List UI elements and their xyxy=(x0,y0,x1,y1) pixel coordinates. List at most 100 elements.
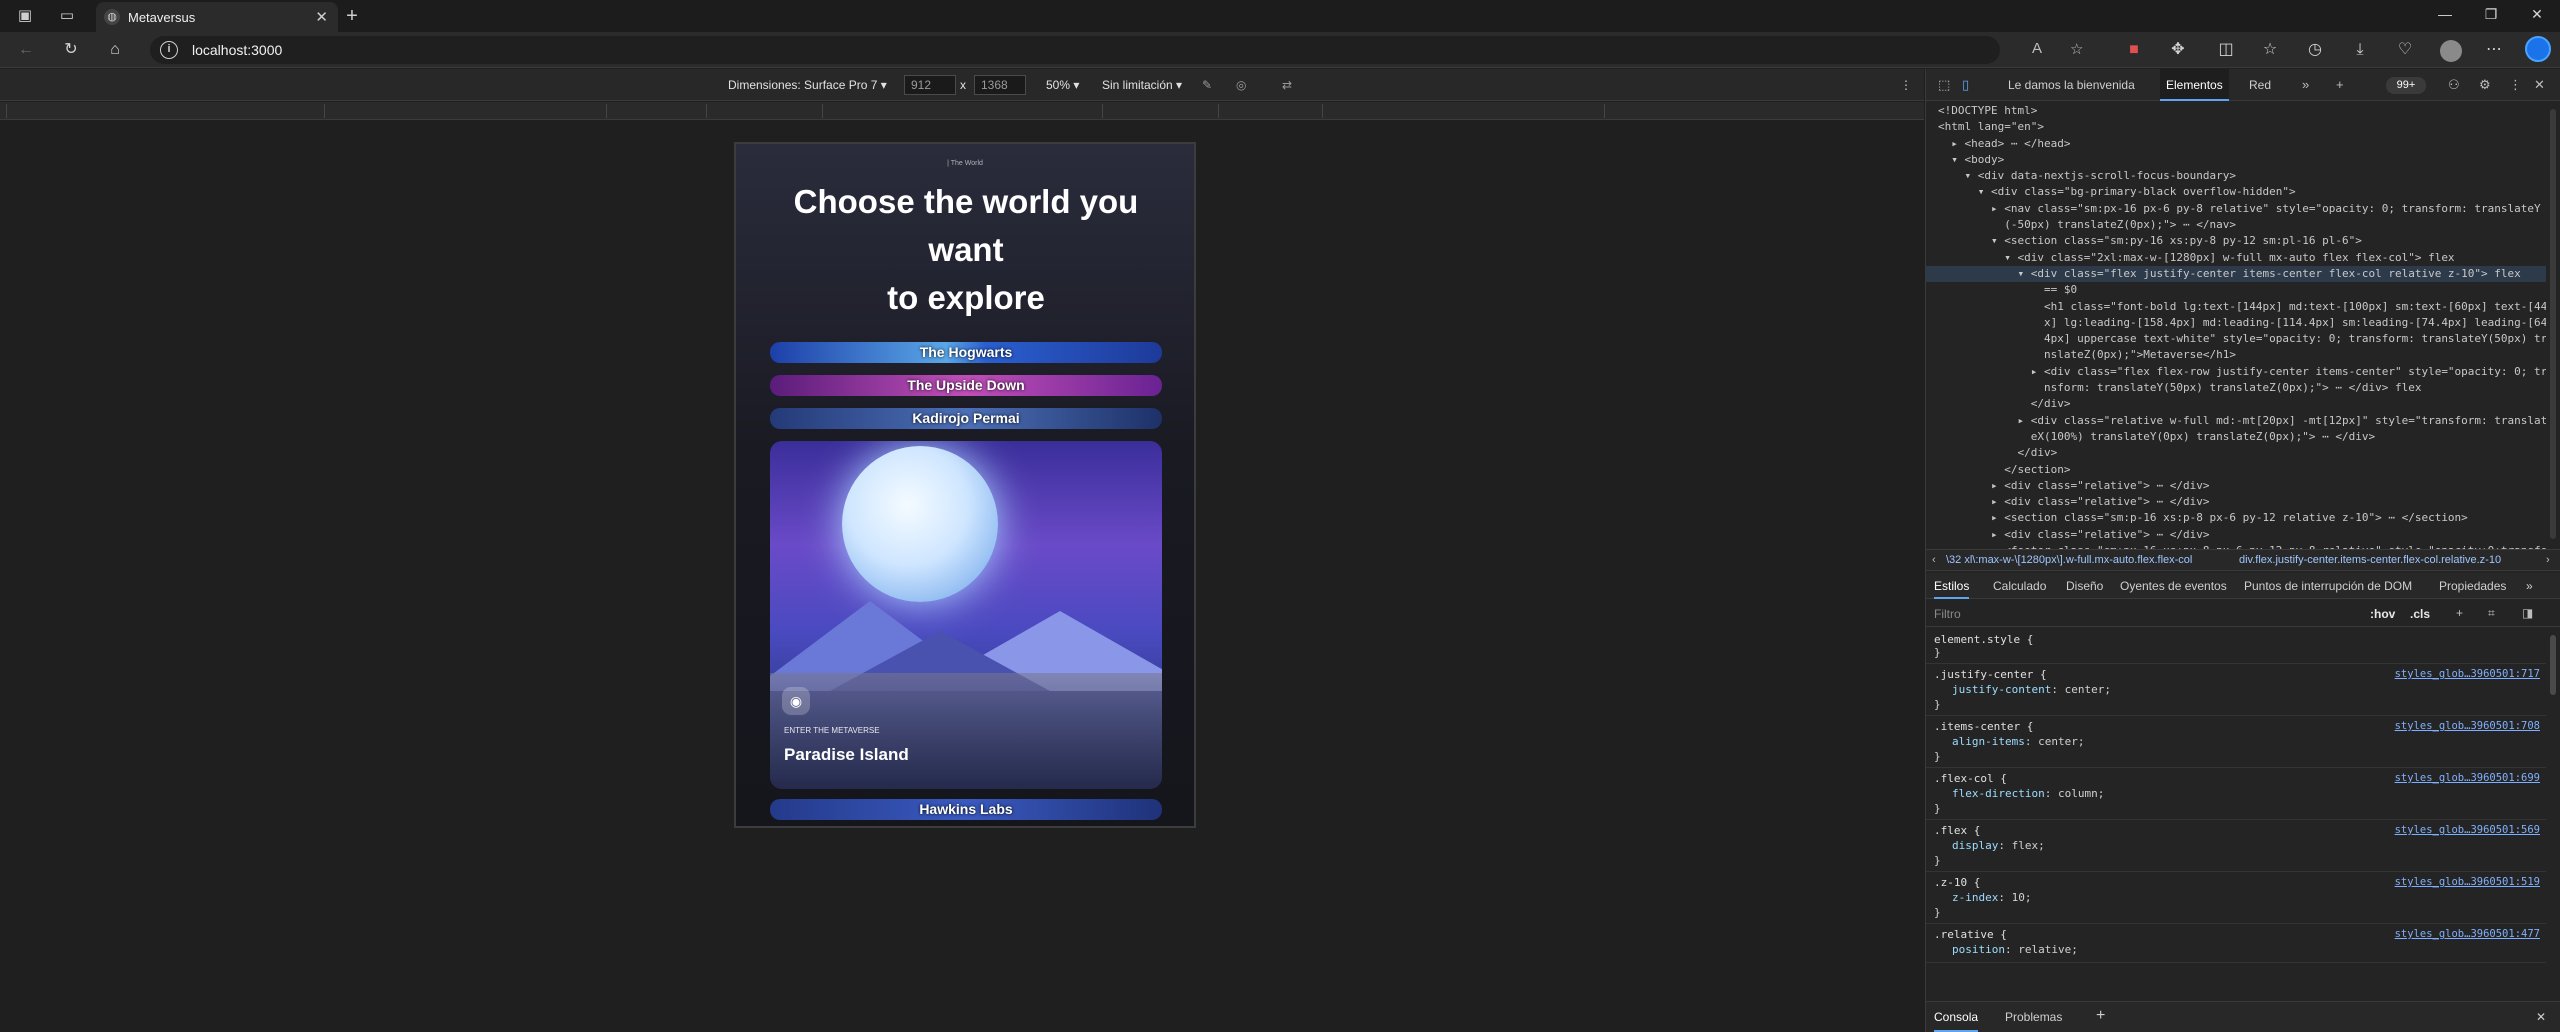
declaration-property[interactable]: position xyxy=(1952,943,2005,956)
declaration-value[interactable]: flex; xyxy=(2012,839,2045,852)
dom-node-line[interactable]: </section> xyxy=(1926,462,2546,478)
favorites-icon[interactable]: ☆ xyxy=(2260,40,2280,60)
more-tabs-icon[interactable]: » xyxy=(2302,77,2309,92)
add-tab-icon[interactable]: + xyxy=(2336,77,2344,92)
rule-source-link[interactable]: styles_glob…3960501:699 xyxy=(2395,772,2540,784)
declaration-value[interactable]: center; xyxy=(2065,683,2111,696)
world-card-upside-down[interactable]: The Upside Down xyxy=(770,375,1162,396)
minimize-icon[interactable]: — xyxy=(2430,6,2460,22)
tab-actions-icon[interactable]: ▭ xyxy=(58,7,76,25)
dom-node-line[interactable]: </div> xyxy=(1926,396,2546,412)
breadcrumb-scroll-left[interactable]: ‹ xyxy=(1932,554,1936,566)
world-card-hawkins-labs[interactable]: Hawkins Labs xyxy=(770,799,1162,820)
dom-node-line[interactable]: ▸ <section class="sm:p-16 xs:p-8 px-6 py… xyxy=(1926,510,2546,526)
declaration-property[interactable]: z-index xyxy=(1952,891,1998,904)
dom-tree[interactable]: <!DOCTYPE html> <html lang="en"> ▸ <head>… xyxy=(1926,103,2546,549)
split-screen-icon[interactable]: ◫ xyxy=(2216,40,2236,60)
close-drawer-icon[interactable]: ✕ xyxy=(2536,1010,2546,1024)
dom-node-line[interactable]: ▾ <div data-nextjs-scroll-focus-boundary… xyxy=(1926,168,2546,184)
dom-node-line[interactable]: ▾ <div class="2xl:max-w-[1280px] w-full … xyxy=(1926,250,2546,266)
dom-node-line[interactable]: eX(100%) translateY(0px) translateZ(0px)… xyxy=(1926,429,2546,445)
device-height-input[interactable]: 1368 xyxy=(974,75,1026,95)
tab-dom-breakpoints[interactable]: Puntos de interrupción de DOM xyxy=(2244,579,2412,593)
rotate-icon[interactable]: ⇄ xyxy=(1282,78,1292,92)
new-tab-button[interactable]: + xyxy=(340,4,364,28)
element-state-icon[interactable]: ⌗ xyxy=(2488,606,2495,621)
tab-issues[interactable]: Problemas xyxy=(2005,1010,2062,1024)
dom-node-line[interactable]: ▸ <div class="relative"> ⋯ </div> xyxy=(1926,478,2546,494)
rule-declaration[interactable]: justify-content: center; xyxy=(1934,681,2538,698)
declaration-property[interactable]: display xyxy=(1952,839,1998,852)
rule-source-link[interactable]: styles_glob…3960501:569 xyxy=(2395,824,2540,836)
tab-elements[interactable]: Elementos xyxy=(2160,69,2229,101)
extension-icon[interactable]: ■ xyxy=(2124,40,2144,60)
dom-node-line[interactable]: x] lg:leading-[158.4px] md:leading-[114.… xyxy=(1926,315,2546,331)
declaration-property[interactable]: flex-direction xyxy=(1952,787,2045,800)
rule-declaration[interactable]: position: relative; xyxy=(1934,941,2538,958)
ruler-segment[interactable] xyxy=(606,104,706,118)
close-window-icon[interactable]: ✕ xyxy=(2522,6,2552,23)
dom-node-line[interactable]: ▸ <div class="flex flex-row justify-cent… xyxy=(1926,364,2546,380)
ruler-segment[interactable] xyxy=(706,104,822,118)
dom-node-line[interactable]: ▸ <div class="relative"> ⋯ </div> xyxy=(1926,527,2546,543)
workspaces-icon[interactable]: ▣ xyxy=(16,7,34,25)
styles-filter-input[interactable]: Filtro xyxy=(1934,607,1961,621)
downloads-icon[interactable]: ⤓ xyxy=(2350,40,2370,60)
restore-icon[interactable]: ❐ xyxy=(2476,6,2506,23)
rule-declaration[interactable]: display: flex; xyxy=(1934,837,2538,854)
tab-event-listeners[interactable]: Oyentes de eventos xyxy=(2120,579,2227,593)
ruler-segment[interactable] xyxy=(1102,104,1218,118)
ruler-segment[interactable] xyxy=(6,104,324,118)
rule-source-link[interactable]: styles_glob…3960501:519 xyxy=(2395,876,2540,888)
ruler-segment[interactable] xyxy=(1322,104,1604,118)
declaration-value[interactable]: 10; xyxy=(2012,891,2032,904)
tab-network[interactable]: Red xyxy=(2249,78,2271,92)
breadcrumb-scroll-right[interactable]: › xyxy=(2546,554,2550,566)
address-field[interactable]: i localhost:3000 A ☆ xyxy=(150,36,2083,64)
history-icon[interactable]: ◷ xyxy=(2305,40,2325,60)
cls-toggle[interactable]: .cls xyxy=(2410,607,2430,621)
refresh-icon[interactable]: ↻ xyxy=(61,40,81,60)
dom-node-line[interactable]: ▸ <div class="relative w-full md:-mt[20p… xyxy=(1926,413,2546,429)
dom-node-line[interactable]: ▸ <div class="relative"> ⋯ </div> xyxy=(1926,494,2546,510)
world-card-hogwarts[interactable]: The Hogwarts xyxy=(770,342,1162,363)
close-devtools-icon[interactable]: ✕ xyxy=(2534,77,2545,93)
settings-gear-icon[interactable]: ⚙ xyxy=(2479,77,2491,93)
rule-declaration[interactable]: flex-direction: column; xyxy=(1934,785,2538,802)
rule-source-link[interactable]: styles_glob…3960501:717 xyxy=(2395,668,2540,680)
dom-node-line[interactable]: ▸ <head> ⋯ </head> xyxy=(1926,136,2546,152)
dom-node-line[interactable]: <!DOCTYPE html> xyxy=(1926,103,2546,119)
dom-node-line[interactable]: <html lang="en"> xyxy=(1926,119,2546,135)
toggle-sidebar-icon[interactable]: ◨ xyxy=(2522,606,2533,620)
devtools-more-icon[interactable]: ⋮ xyxy=(2509,77,2522,93)
tab-styles[interactable]: Estilos xyxy=(1934,573,1970,599)
back-icon[interactable]: ← xyxy=(16,40,36,60)
dom-tree-scrollbar[interactable] xyxy=(2550,109,2556,539)
breadcrumb-item-selected[interactable]: div.flex.justify-center.items-center.fle… xyxy=(2239,554,2539,566)
breadcrumb-item[interactable]: \32 xl\:max-w-\[1280px\].w-full.mx-auto.… xyxy=(1946,554,2192,566)
hov-toggle[interactable]: :hov xyxy=(2370,607,2395,621)
add-drawer-tab-icon[interactable]: + xyxy=(2096,1007,2105,1025)
no-touch-icon[interactable]: ✎ xyxy=(1202,78,1212,92)
tab-welcome[interactable]: Le damos la bienvenida xyxy=(2008,78,2135,92)
rule-declaration[interactable]: z-index: 10; xyxy=(1934,889,2538,906)
dom-node-line[interactable]: == $0 xyxy=(1926,282,2546,298)
ruler-segment[interactable] xyxy=(324,104,606,118)
inspect-icon[interactable]: ⬚ xyxy=(1938,77,1950,93)
tab-computed[interactable]: Calculado xyxy=(1993,579,2046,593)
device-width-input[interactable]: 912 xyxy=(904,75,956,95)
ruler-segment[interactable] xyxy=(1604,104,1918,118)
rule-source-link[interactable]: styles_glob…3960501:477 xyxy=(2395,928,2540,940)
dom-node-line[interactable]: (-50px) translateZ(0px);"> ⋯ </nav> xyxy=(1926,217,2546,233)
performance-icon[interactable]: ♡ xyxy=(2395,40,2415,60)
favorite-star-icon[interactable]: ☆ xyxy=(2070,40,2083,58)
dom-node-line[interactable]: nslateZ(0px);">Metaverse</h1> xyxy=(1926,347,2546,363)
more-style-tabs-icon[interactable]: » xyxy=(2526,579,2533,593)
toolbar-more-icon[interactable]: ⋮ xyxy=(1900,78,1912,92)
connect-icon[interactable]: ⚇ xyxy=(2448,77,2460,93)
close-tab-icon[interactable]: ✕ xyxy=(315,8,328,26)
device-dimensions-select[interactable]: Dimensiones: Surface Pro 7 ▾ xyxy=(728,78,887,92)
styles-scrollbar[interactable] xyxy=(2550,635,2556,695)
zoom-select[interactable]: 50% ▾ xyxy=(1046,78,1079,92)
rule-source-link[interactable]: styles_glob…3960501:708 xyxy=(2395,720,2540,732)
